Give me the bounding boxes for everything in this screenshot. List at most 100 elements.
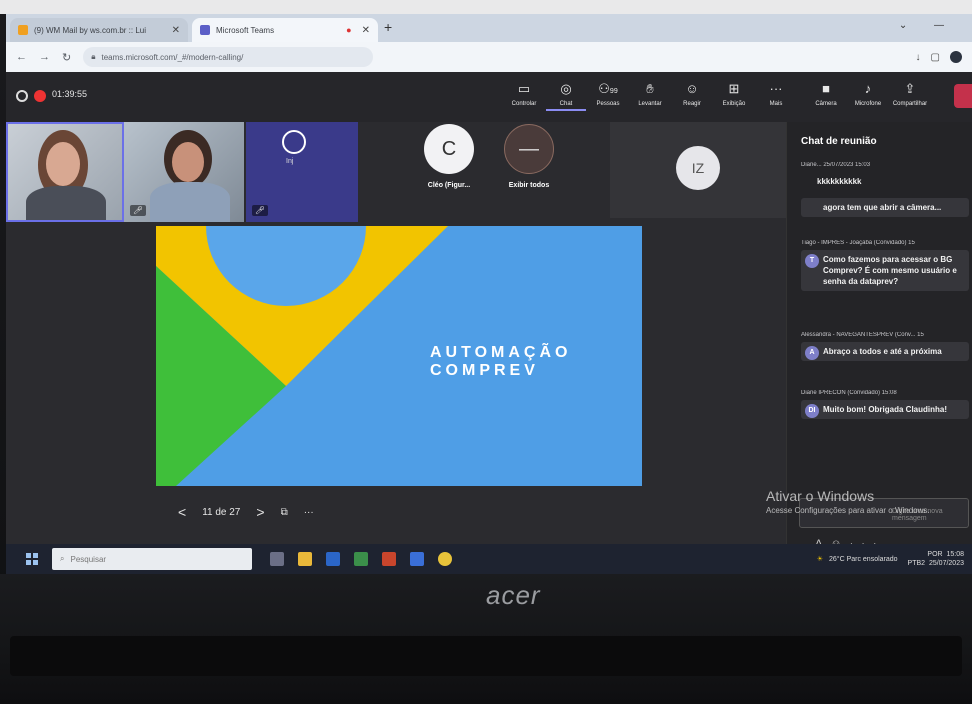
excel-icon[interactable]	[354, 552, 368, 566]
close-icon[interactable]: ✕	[362, 25, 370, 36]
url-field[interactable]: 🔒︎ teams.microsoft.com/_#/modern-calling…	[83, 47, 374, 67]
forward-arrow-icon[interactable]: →	[39, 51, 50, 63]
search-placeholder: Pesquisar	[70, 554, 107, 564]
taskbar-search-box[interactable]: ⌕ Pesquisar	[52, 548, 252, 570]
taskbar-weather[interactable]: ☀ 26°C Parc ensolarado	[816, 555, 898, 564]
chat-message-header: Alessandra - NAVEGANTESPREV (Conv... 15	[801, 332, 924, 338]
next-slide-button[interactable]: >	[256, 504, 264, 520]
toolbar-label: Levantar	[638, 101, 662, 107]
avatar: A	[805, 346, 819, 360]
participant-name: Cléo (Figur...	[427, 182, 471, 189]
toolbar-levantar-button[interactable]: ✋︎ Levantar	[630, 80, 670, 107]
chat-message-body: Como fazemos para acessar o BG Comprev? …	[823, 255, 957, 286]
toolbar-controlar-button[interactable]: ▭ Controlar	[504, 80, 544, 107]
slide-title-line2: COMPREV	[430, 362, 539, 379]
slide-title: AUTOMAÇÃO COMPREV	[430, 344, 571, 380]
share-control-icon: ▭	[517, 81, 531, 96]
chat-message-body: agora tem que abrir a câmera...	[801, 198, 969, 217]
browser-tab-teams[interactable]: Microsoft Teams ● ✕	[192, 18, 378, 42]
participant-video-2[interactable]: 🎤︎	[124, 122, 244, 222]
word-icon[interactable]	[326, 552, 340, 566]
participant-name: Inj	[286, 158, 294, 165]
chat-message: Alessandra - NAVEGANTESPREV (Conv... 15 …	[801, 332, 969, 361]
participant-video-1[interactable]	[6, 122, 124, 222]
toolbar-mais-button[interactable]: ··· Mais	[756, 80, 796, 107]
profile-avatar[interactable]	[950, 51, 962, 63]
phone-icon[interactable]	[410, 552, 424, 566]
react-icon: ☺	[685, 81, 699, 96]
file-explorer-icon[interactable]	[298, 552, 312, 566]
chat-panel-title: Chat de reunião	[801, 136, 877, 147]
photo-frame: (9) WM Mail by ws.com.br :: Lui ✕ Micros…	[0, 0, 972, 704]
chat-message: Diane IPRECON (Convidado) 15:08 DI Muito…	[801, 390, 969, 419]
toolbar-exibicao-button[interactable]: ⊞ Exibição	[714, 80, 754, 107]
back-arrow-icon[interactable]: ←	[16, 51, 27, 63]
clock-time: 15:08	[946, 551, 964, 558]
show-all-icon: —	[504, 124, 554, 174]
toolbar-label: Compartilhar	[892, 101, 928, 107]
participant-body	[150, 182, 230, 222]
participant-tile-iz[interactable]: IZ	[610, 122, 786, 218]
windows-activation-watermark: Ativar o Windows Acesse Configurações pa…	[766, 488, 930, 515]
chat-message-body-wrap: DI Muito bom! Obrigada Claudinha!	[801, 400, 969, 419]
chat-message-body: kkkkkkkkkk	[817, 177, 862, 186]
participant-body	[26, 186, 106, 220]
laptop-screen: (9) WM Mail by ws.com.br :: Lui ✕ Micros…	[6, 14, 972, 574]
leave-call-button[interactable]	[954, 84, 972, 108]
chrome-icon[interactable]	[438, 552, 452, 566]
participant-tile-c[interactable]: C Cléo (Figur...	[404, 124, 494, 220]
toolbar-reagir-button[interactable]: ☺ Reagir	[672, 80, 712, 107]
keyboard-layout: PTB2	[907, 560, 926, 567]
weather-sun-icon: ☀	[816, 556, 823, 563]
task-view-icon[interactable]	[270, 552, 284, 566]
window-controls[interactable]: ⌄ —	[899, 20, 956, 31]
sidebar-icon[interactable]: ▢	[931, 52, 940, 63]
laptop-brand-logo: acer	[486, 580, 541, 610]
slide-more-button[interactable]: ···	[304, 507, 314, 518]
system-tray[interactable]: POR 15:08 PTB2 25/07/2023	[908, 550, 964, 568]
download-icon[interactable]: ↓	[916, 52, 921, 63]
camera-off-icon: ■	[822, 81, 830, 96]
toolbar-camera-button[interactable]: ■ Câmera	[806, 80, 846, 107]
close-icon[interactable]: ✕	[172, 25, 180, 36]
chat-message-header: Diane IPRECON (Convidado) 15:08	[801, 390, 897, 396]
toolbar-compartilhar-button[interactable]: ⇪ Compartilhar	[890, 80, 930, 107]
participant-face	[172, 142, 204, 182]
view-icon: ⊞	[728, 81, 740, 96]
chat-message: agora tem que abrir a câmera...	[801, 194, 969, 217]
toolbar-label: Exibição	[722, 101, 746, 107]
toolbar-pessoas-button[interactable]: ⚇99 Pessoas	[588, 80, 628, 107]
weather-text: 26°C Parc ensolarado	[828, 555, 898, 563]
tab-title: (9) WM Mail by ws.com.br :: Lui	[34, 25, 147, 35]
slide-grid-icon[interactable]: ⧉	[281, 507, 288, 518]
language-indicator: POR	[927, 551, 943, 558]
activation-title: Ativar o Windows	[766, 488, 875, 504]
powerpoint-icon[interactable]	[382, 552, 396, 566]
toolbar-label: Reagir	[683, 101, 701, 107]
participant-face	[46, 142, 80, 186]
toolbar-chat-button[interactable]: ◎ Chat	[546, 80, 586, 111]
reload-icon[interactable]: ↻	[62, 51, 71, 64]
browser-tab-bar: (9) WM Mail by ws.com.br :: Lui ✕ Micros…	[6, 14, 972, 42]
windows-taskbar: ⌕ Pesquisar ☀ 26°C Parc ensolarado POR 1…	[6, 544, 972, 574]
show-all-participants-button[interactable]: — Exibir todos	[484, 124, 574, 220]
teams-favicon-icon	[200, 25, 210, 35]
recording-icon	[34, 90, 46, 102]
toolbar-label: Mais	[769, 101, 783, 107]
participant-video-3[interactable]: Inj 🎤︎	[246, 122, 358, 222]
mail-favicon-icon	[18, 25, 28, 35]
slide-navigation: < 11 de 27 > ⧉ ···	[178, 504, 314, 520]
chat-message-body-wrap: A Abraço a todos e até a próxima	[801, 342, 969, 361]
previous-slide-button[interactable]: <	[178, 504, 186, 520]
toolbar-label: Pessoas	[596, 101, 620, 107]
raise-hand-icon: ✋︎	[646, 81, 654, 96]
new-tab-button[interactable]: +	[384, 19, 392, 35]
browser-tab-mail[interactable]: (9) WM Mail by ws.com.br :: Lui ✕	[10, 18, 188, 42]
activation-subtitle: Acesse Configurações para ativar o Windo…	[766, 506, 930, 515]
windows-start-icon[interactable]	[26, 553, 38, 565]
chat-message-body: Abraço a todos e até a próxima	[823, 347, 942, 356]
chat-message-body-wrap: T Como fazemos para acessar o BG Comprev…	[801, 250, 969, 291]
avatar: IZ	[676, 146, 720, 190]
toolbar-microfone-button[interactable]: ♪ Microfone	[848, 80, 888, 107]
obs-logo-icon	[282, 130, 306, 154]
